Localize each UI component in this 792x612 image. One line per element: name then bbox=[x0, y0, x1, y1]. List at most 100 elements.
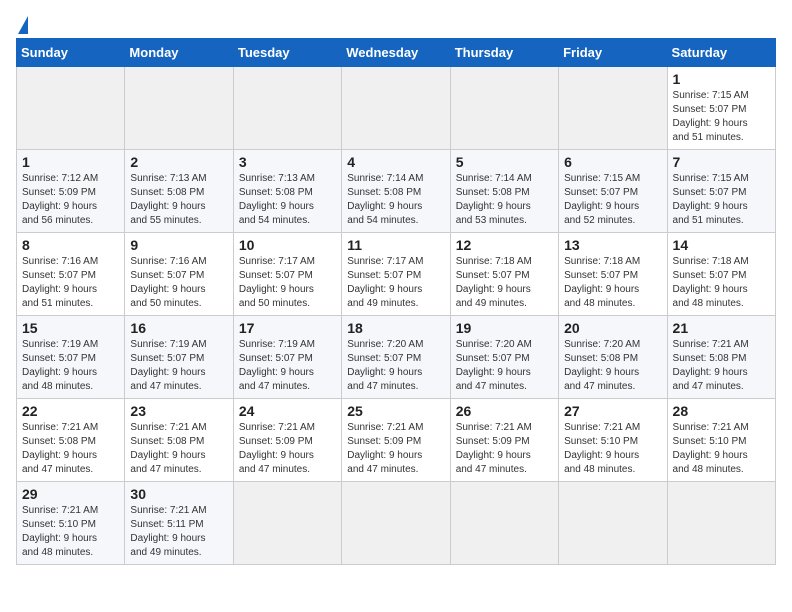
calendar-table: SundayMondayTuesdayWednesdayThursdayFrid… bbox=[16, 38, 776, 565]
calendar-cell bbox=[233, 482, 341, 565]
calendar-cell: 4Sunrise: 7:14 AM Sunset: 5:08 PM Daylig… bbox=[342, 150, 450, 233]
day-info: Sunrise: 7:15 AM Sunset: 5:07 PM Dayligh… bbox=[673, 172, 770, 228]
day-number: 12 bbox=[456, 237, 553, 253]
day-number: 28 bbox=[673, 403, 770, 419]
calendar-cell bbox=[17, 67, 125, 150]
day-number: 8 bbox=[22, 237, 119, 253]
day-number: 21 bbox=[673, 320, 770, 336]
day-info: Sunrise: 7:18 AM Sunset: 5:07 PM Dayligh… bbox=[456, 255, 553, 311]
calendar-cell bbox=[233, 67, 341, 150]
calendar-cell: 29 Sunrise: 7:21 AM Sunset: 5:10 PM Dayli… bbox=[17, 482, 125, 565]
calendar-header-row: SundayMondayTuesdayWednesdayThursdayFrid… bbox=[17, 39, 776, 67]
day-info: Sunrise: 7:17 AM Sunset: 5:07 PM Dayligh… bbox=[239, 255, 336, 311]
day-number: 9 bbox=[130, 237, 227, 253]
calendar-cell: 20Sunrise: 7:20 AM Sunset: 5:08 PM Dayli… bbox=[559, 316, 667, 399]
calendar-cell: 2 Sunrise: 7:13 AM Sunset: 5:08 PM Daylig… bbox=[125, 150, 233, 233]
day-info: Sunrise: 7:14 AM Sunset: 5:08 PM Dayligh… bbox=[347, 172, 444, 228]
day-info: Sunrise: 7:20 AM Sunset: 5:07 PM Dayligh… bbox=[456, 338, 553, 394]
calendar-header-saturday: Saturday bbox=[667, 39, 775, 67]
calendar-cell: 25Sunrise: 7:21 AM Sunset: 5:09 PM Dayli… bbox=[342, 399, 450, 482]
day-number: 15 bbox=[22, 320, 119, 336]
day-number: 25 bbox=[347, 403, 444, 419]
calendar-cell: 7 Sunrise: 7:15 AM Sunset: 5:07 PM Daylig… bbox=[667, 150, 775, 233]
day-number: 26 bbox=[456, 403, 553, 419]
logo-triangle-icon bbox=[18, 16, 28, 34]
calendar-cell: 16 Sunrise: 7:19 AM Sunset: 5:07 PM Dayli… bbox=[125, 316, 233, 399]
calendar-cell bbox=[667, 482, 775, 565]
day-info: Sunrise: 7:19 AM Sunset: 5:07 PM Dayligh… bbox=[239, 338, 336, 394]
day-info: Sunrise: 7:16 AM Sunset: 5:07 PM Dayligh… bbox=[130, 255, 227, 311]
calendar-cell bbox=[125, 67, 233, 150]
calendar-cell: 27 Sunrise: 7:21 AM Sunset: 5:10 PM Dayli… bbox=[559, 399, 667, 482]
day-number: 6 bbox=[564, 154, 661, 170]
day-number: 7 bbox=[673, 154, 770, 170]
day-number: 30 bbox=[130, 486, 227, 502]
calendar-cell: 21 Sunrise: 7:21 AM Sunset: 5:08 PM Dayli… bbox=[667, 316, 775, 399]
day-info: Sunrise: 7:21 AM Sunset: 5:09 PM Dayligh… bbox=[239, 421, 336, 477]
calendar-week-row: 15 Sunrise: 7:19 AM Sunset: 5:07 PM Dayli… bbox=[17, 316, 776, 399]
calendar-cell: 1Sunrise: 7:15 AM Sunset: 5:07 PM Daylig… bbox=[667, 67, 775, 150]
calendar-week-row: 1 Sunrise: 7:12 AM Sunset: 5:09 PM Daylig… bbox=[17, 150, 776, 233]
calendar-cell: 18 Sunrise: 7:20 AM Sunset: 5:07 PM Dayli… bbox=[342, 316, 450, 399]
calendar-cell: 26 Sunrise: 7:21 AM Sunset: 5:09 PM Dayli… bbox=[450, 399, 558, 482]
day-info: Sunrise: 7:21 AM Sunset: 5:10 PM Dayligh… bbox=[564, 421, 661, 477]
day-number: 3 bbox=[239, 154, 336, 170]
day-info: Sunrise: 7:17 AM Sunset: 5:07 PM Dayligh… bbox=[347, 255, 444, 311]
calendar-cell: 15 Sunrise: 7:19 AM Sunset: 5:07 PM Dayli… bbox=[17, 316, 125, 399]
calendar-week-row: 22Sunrise: 7:21 AM Sunset: 5:08 PM Dayli… bbox=[17, 399, 776, 482]
calendar-cell: 13Sunrise: 7:18 AM Sunset: 5:07 PM Dayli… bbox=[559, 233, 667, 316]
day-info: Sunrise: 7:21 AM Sunset: 5:10 PM Dayligh… bbox=[673, 421, 770, 477]
calendar-cell: 30 Sunrise: 7:21 AM Sunset: 5:11 PM Dayli… bbox=[125, 482, 233, 565]
day-number: 2 bbox=[130, 154, 227, 170]
day-number: 22 bbox=[22, 403, 119, 419]
calendar-cell: 17Sunrise: 7:19 AM Sunset: 5:07 PM Dayli… bbox=[233, 316, 341, 399]
calendar-cell: 23Sunrise: 7:21 AM Sunset: 5:08 PM Dayli… bbox=[125, 399, 233, 482]
day-number: 23 bbox=[130, 403, 227, 419]
calendar-cell: 3Sunrise: 7:13 AM Sunset: 5:08 PM Daylig… bbox=[233, 150, 341, 233]
day-number: 20 bbox=[564, 320, 661, 336]
calendar-week-row: 1Sunrise: 7:15 AM Sunset: 5:07 PM Daylig… bbox=[17, 67, 776, 150]
day-info: Sunrise: 7:21 AM Sunset: 5:09 PM Dayligh… bbox=[456, 421, 553, 477]
day-number: 27 bbox=[564, 403, 661, 419]
day-info: Sunrise: 7:21 AM Sunset: 5:11 PM Dayligh… bbox=[130, 504, 227, 560]
day-info: Sunrise: 7:20 AM Sunset: 5:07 PM Dayligh… bbox=[347, 338, 444, 394]
calendar-cell: 9 Sunrise: 7:16 AM Sunset: 5:07 PM Daylig… bbox=[125, 233, 233, 316]
calendar-cell: 6Sunrise: 7:15 AM Sunset: 5:07 PM Daylig… bbox=[559, 150, 667, 233]
day-number: 16 bbox=[130, 320, 227, 336]
calendar-cell: 5Sunrise: 7:14 AM Sunset: 5:08 PM Daylig… bbox=[450, 150, 558, 233]
calendar-cell: 19 Sunrise: 7:20 AM Sunset: 5:07 PM Dayli… bbox=[450, 316, 558, 399]
day-info: Sunrise: 7:21 AM Sunset: 5:10 PM Dayligh… bbox=[22, 504, 119, 560]
page-header bbox=[16, 16, 776, 30]
calendar-cell: 24 Sunrise: 7:21 AM Sunset: 5:09 PM Dayli… bbox=[233, 399, 341, 482]
calendar-cell bbox=[342, 482, 450, 565]
day-number: 29 bbox=[22, 486, 119, 502]
day-info: Sunrise: 7:14 AM Sunset: 5:08 PM Dayligh… bbox=[456, 172, 553, 228]
day-info: Sunrise: 7:13 AM Sunset: 5:08 PM Dayligh… bbox=[130, 172, 227, 228]
day-info: Sunrise: 7:18 AM Sunset: 5:07 PM Dayligh… bbox=[564, 255, 661, 311]
day-info: Sunrise: 7:21 AM Sunset: 5:08 PM Dayligh… bbox=[673, 338, 770, 394]
calendar-cell bbox=[559, 482, 667, 565]
day-number: 1 bbox=[673, 71, 770, 87]
day-number: 19 bbox=[456, 320, 553, 336]
day-number: 24 bbox=[239, 403, 336, 419]
day-number: 18 bbox=[347, 320, 444, 336]
calendar-cell: 28 Sunrise: 7:21 AM Sunset: 5:10 PM Dayli… bbox=[667, 399, 775, 482]
calendar-header-monday: Monday bbox=[125, 39, 233, 67]
calendar-cell bbox=[450, 67, 558, 150]
calendar-week-row: 29 Sunrise: 7:21 AM Sunset: 5:10 PM Dayli… bbox=[17, 482, 776, 565]
day-number: 11 bbox=[347, 237, 444, 253]
day-number: 1 bbox=[22, 154, 119, 170]
day-info: Sunrise: 7:19 AM Sunset: 5:07 PM Dayligh… bbox=[22, 338, 119, 394]
day-info: Sunrise: 7:19 AM Sunset: 5:07 PM Dayligh… bbox=[130, 338, 227, 394]
calendar-header-friday: Friday bbox=[559, 39, 667, 67]
calendar-cell: 8Sunrise: 7:16 AM Sunset: 5:07 PM Daylig… bbox=[17, 233, 125, 316]
calendar-cell bbox=[342, 67, 450, 150]
calendar-header-tuesday: Tuesday bbox=[233, 39, 341, 67]
logo bbox=[16, 16, 28, 30]
calendar-header-thursday: Thursday bbox=[450, 39, 558, 67]
day-info: Sunrise: 7:18 AM Sunset: 5:07 PM Dayligh… bbox=[673, 255, 770, 311]
calendar-cell: 14Sunrise: 7:18 AM Sunset: 5:07 PM Dayli… bbox=[667, 233, 775, 316]
day-info: Sunrise: 7:12 AM Sunset: 5:09 PM Dayligh… bbox=[22, 172, 119, 228]
calendar-cell bbox=[559, 67, 667, 150]
calendar-header-wednesday: Wednesday bbox=[342, 39, 450, 67]
